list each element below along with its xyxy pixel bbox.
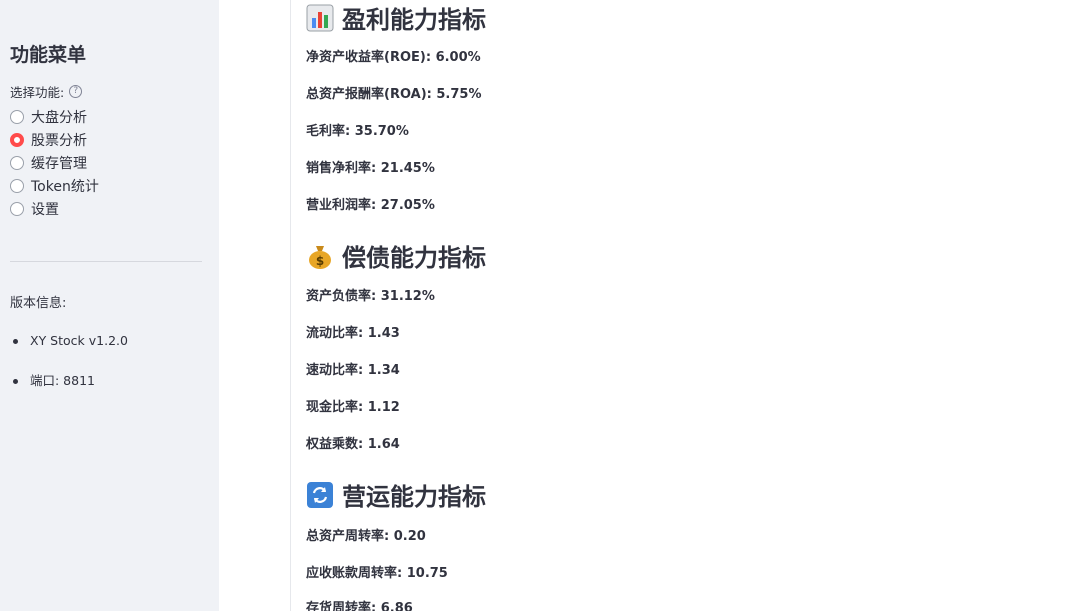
solvency-section-heading: $ 偿债能力指标 xyxy=(306,238,486,273)
radio-group-label: 选择功能: xyxy=(10,85,65,100)
metric-value: 1.64 xyxy=(367,437,400,452)
metric-value: 0.20 xyxy=(393,529,426,544)
metric-value: 1.12 xyxy=(367,400,400,415)
section-title: 盈利能力指标 xyxy=(342,6,486,34)
port-item: 端口: 8811 xyxy=(10,372,128,412)
metric-gross-margin: 毛利率: 35.70% xyxy=(306,120,409,139)
metric-label: 现金比率: xyxy=(306,400,364,415)
content-divider xyxy=(290,0,291,611)
version-label: 版本信息: xyxy=(10,296,67,311)
function-select-label: 选择功能: ? xyxy=(10,82,83,101)
metric-current-ratio: 流动比率: 1.43 xyxy=(306,322,400,341)
metric-roa: 总资产报酬率(ROA): 5.75% xyxy=(306,83,482,102)
metric-value: 27.05% xyxy=(380,198,435,213)
metric-equity-multiplier: 权益乘数: 1.64 xyxy=(306,433,400,452)
radio-option-market[interactable]: 大盘分析 xyxy=(10,105,99,128)
section-title: 偿债能力指标 xyxy=(342,244,486,272)
metric-value: 5.75% xyxy=(436,87,482,102)
metric-value: 1.34 xyxy=(367,363,400,378)
metric-value: 6.00% xyxy=(435,50,481,65)
svg-text:$: $ xyxy=(316,254,324,268)
metric-operating-margin: 营业利润率: 27.05% xyxy=(306,194,435,213)
cycle-arrows-icon xyxy=(307,481,333,508)
metric-net-margin: 销售净利率: 21.45% xyxy=(306,157,435,176)
radio-selected-icon[interactable] xyxy=(10,132,24,147)
metric-value: 6.86 xyxy=(380,601,413,611)
metric-label: 净资产收益率(ROE): xyxy=(306,50,432,65)
radio-option-cache[interactable]: 缓存管理 xyxy=(10,151,99,174)
metric-quick-ratio: 速动比率: 1.34 xyxy=(306,359,400,378)
metric-label: 营业利润率: xyxy=(306,198,377,213)
radio-option-label: 大盘分析 xyxy=(31,109,87,126)
sidebar: 功能菜单 选择功能: ? 大盘分析 股票分析 缓存管理 Token统计 设置 版… xyxy=(0,0,219,611)
sidebar-divider xyxy=(10,261,202,262)
metric-label: 速动比率: xyxy=(306,363,364,378)
metric-label: 总资产报酬率(ROA): xyxy=(306,87,432,102)
radio-option-label: 设置 xyxy=(31,201,59,218)
radio-circle-icon[interactable] xyxy=(10,155,24,170)
metric-label: 资产负债率: xyxy=(306,289,377,304)
radio-circle-icon[interactable] xyxy=(10,201,24,216)
profit-section-heading: 盈利能力指标 xyxy=(306,0,486,35)
radio-option-token[interactable]: Token统计 xyxy=(10,174,99,197)
metric-label: 总资产周转率: xyxy=(306,529,390,544)
version-list: XY Stock v1.2.0 端口: 8811 xyxy=(10,332,128,412)
metric-cash-ratio: 现金比率: 1.12 xyxy=(306,396,400,415)
radio-option-settings[interactable]: 设置 xyxy=(10,197,99,220)
metric-label: 应收账款周转率: xyxy=(306,566,403,581)
bar-chart-icon xyxy=(306,4,334,31)
section-title: 营运能力指标 xyxy=(342,483,486,511)
operation-section-heading: 营运能力指标 xyxy=(306,477,486,512)
radio-option-label: 股票分析 xyxy=(31,132,87,149)
metric-label: 毛利率: xyxy=(306,124,351,139)
metric-label: 销售净利率: xyxy=(306,161,377,176)
metric-value: 21.45% xyxy=(380,161,435,176)
metric-roe: 净资产收益率(ROE): 6.00% xyxy=(306,46,481,65)
metric-inventory-turnover: 存货周转率: 6.86 xyxy=(306,597,413,611)
metric-value: 1.43 xyxy=(367,326,400,341)
metric-label: 存货周转率: xyxy=(306,601,377,611)
metric-value: 10.75 xyxy=(406,566,448,581)
help-icon[interactable]: ? xyxy=(69,85,83,98)
metric-value: 31.12% xyxy=(380,289,435,304)
sidebar-title: 功能菜单 xyxy=(10,44,87,66)
metric-label: 权益乘数: xyxy=(306,437,364,452)
function-radio-group: 大盘分析 股票分析 缓存管理 Token统计 设置 xyxy=(10,105,99,220)
radio-circle-icon[interactable] xyxy=(10,109,24,124)
radio-option-stock[interactable]: 股票分析 xyxy=(10,128,99,151)
metric-receivable-turnover: 应收账款周转率: 10.75 xyxy=(306,562,448,581)
metric-debt-ratio: 资产负债率: 31.12% xyxy=(306,285,435,304)
radio-circle-icon[interactable] xyxy=(10,178,24,193)
radio-option-label: 缓存管理 xyxy=(31,155,87,172)
metric-value: 35.70% xyxy=(354,124,409,139)
metric-asset-turnover: 总资产周转率: 0.20 xyxy=(306,525,426,544)
money-bag-icon: $ xyxy=(309,245,331,269)
metric-label: 流动比率: xyxy=(306,326,364,341)
version-item: XY Stock v1.2.0 xyxy=(10,332,128,372)
radio-option-label: Token统计 xyxy=(31,178,99,195)
